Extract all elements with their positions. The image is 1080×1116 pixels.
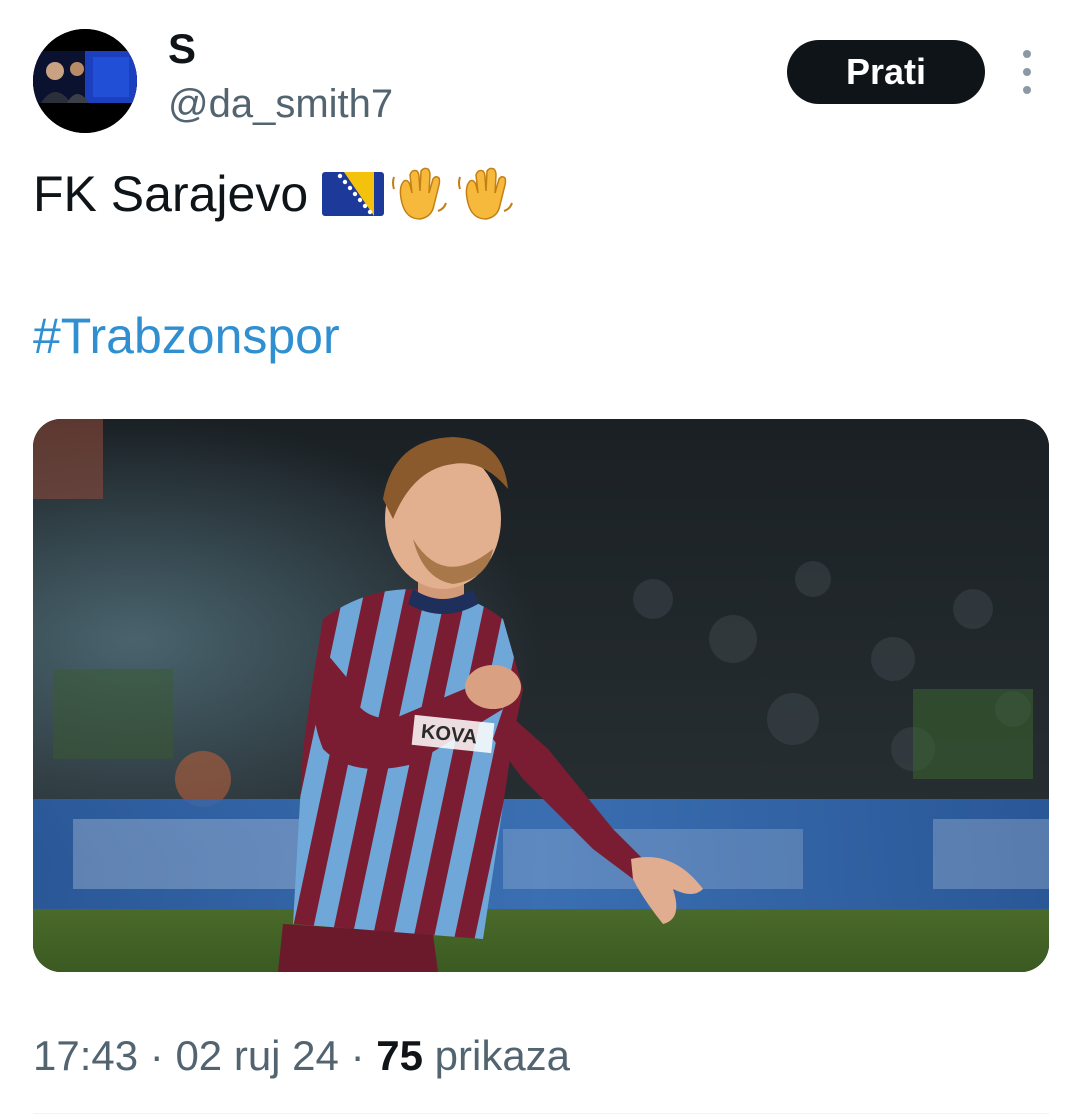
meta-separator: · (350, 1032, 365, 1079)
display-name[interactable]: S (168, 24, 196, 74)
tweet-media-photo[interactable]: KOVA (33, 419, 1049, 972)
hashtag-link[interactable]: #Trabzonspor (33, 304, 340, 368)
divider (33, 1113, 1049, 1114)
views-label: prikaza (434, 1032, 571, 1079)
more-vertical-icon[interactable] (1010, 50, 1044, 94)
avatar[interactable] (33, 29, 137, 133)
follow-button[interactable]: Prati (787, 40, 985, 104)
tweet-time[interactable]: 17:43 (33, 1032, 138, 1079)
tweet-text-content: FK Sarajevo (33, 166, 309, 222)
meta-separator: · (149, 1032, 164, 1079)
tweet-date[interactable]: 02 ruj 24 (175, 1032, 338, 1079)
flag-bosnia-icon (322, 172, 385, 216)
emoji-row (322, 163, 516, 225)
views-count: 75 (376, 1032, 423, 1079)
tweet-text: FK Sarajevo (33, 162, 516, 226)
tweet-meta: 17:43 · 02 ruj 24 · 75 prikaza (33, 1030, 570, 1082)
waving-hand-icon (392, 167, 448, 220)
waving-hand-icon (458, 167, 514, 220)
profile-photo (33, 29, 137, 133)
user-handle[interactable]: @da_smith7 (168, 80, 393, 128)
photo-football-player: KOVA (33, 419, 1049, 972)
